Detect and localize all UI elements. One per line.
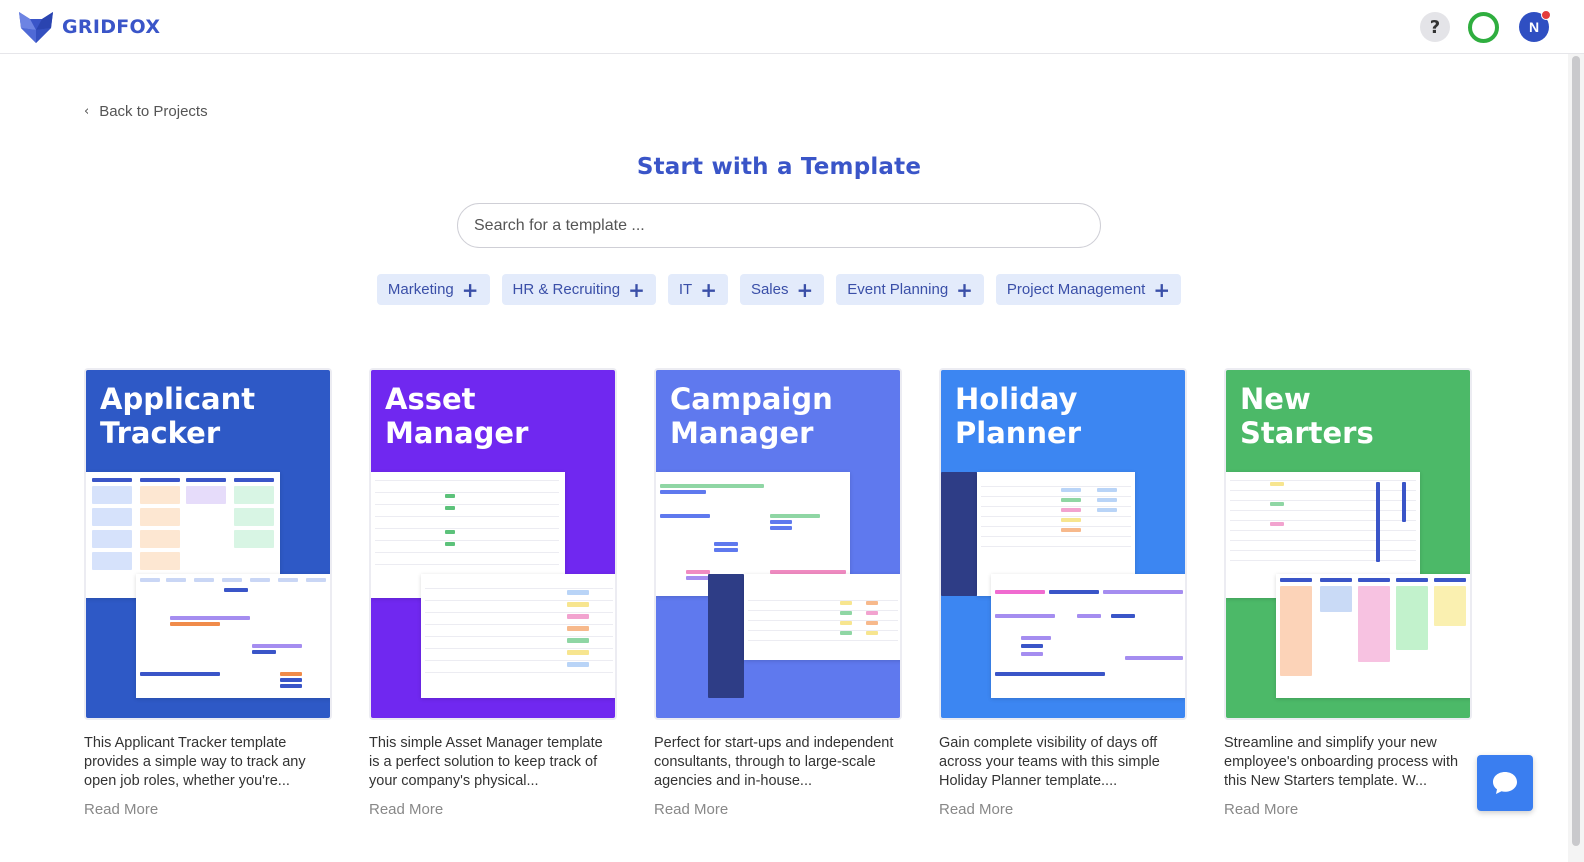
title-line: Holiday — [955, 382, 1078, 416]
preview-gantt — [136, 574, 330, 698]
template-thumbnail-title: Campaign Manager — [670, 382, 833, 450]
filter-chip-hr-recruiting[interactable]: HR & Recruiting + — [501, 274, 656, 305]
template-thumbnail[interactable]: New Starters — [1224, 368, 1472, 720]
chat-button[interactable] — [1477, 755, 1533, 811]
template-thumbnail[interactable]: Campaign Manager — [654, 368, 902, 720]
template-thumbnail[interactable]: Asset Manager — [369, 368, 617, 720]
filter-label: Event Planning — [847, 281, 949, 298]
template-card-new-starters[interactable]: New Starters Streamline and simplify you… — [1224, 368, 1472, 818]
filter-label: Sales — [750, 281, 789, 298]
preview-sidebar — [708, 574, 744, 698]
plus-icon: + — [796, 277, 814, 302]
gridfox-logo[interactable]: GRIDFOX — [18, 10, 160, 44]
template-card-asset-manager[interactable]: Asset Manager This simple Asset Manager … — [369, 368, 617, 818]
filter-chip-marketing[interactable]: Marketing + — [376, 274, 490, 305]
filter-chip-project-management[interactable]: Project Management + — [995, 274, 1182, 305]
filter-label: Marketing — [387, 281, 454, 298]
plus-icon: + — [956, 277, 973, 302]
question-mark-icon: ? — [1429, 16, 1441, 38]
preview-gantt — [991, 574, 1185, 698]
filter-label: IT — [678, 281, 693, 298]
template-description: This Applicant Tracker template provides… — [84, 735, 306, 789]
template-thumbnail-title: Asset Manager — [385, 382, 528, 450]
filter-label: HR & Recruiting — [512, 281, 621, 298]
title-line: Applicant — [100, 382, 256, 416]
template-thumbnail[interactable]: Applicant Tracker — [84, 368, 332, 720]
filter-chip-sales[interactable]: Sales + — [739, 274, 825, 305]
scrollbar-thumb[interactable] — [1572, 56, 1580, 846]
title-line: Starters — [1240, 416, 1374, 450]
title-line: Manager — [670, 416, 814, 450]
page-title: Start with a Template — [636, 154, 922, 180]
plus-icon: + — [628, 277, 645, 302]
title-line: Asset — [385, 382, 476, 416]
read-more-link[interactable]: Read More — [939, 801, 1187, 818]
status-ring-icon[interactable] — [1468, 12, 1499, 43]
fox-logo-icon — [19, 12, 53, 43]
top-bar: GRIDFOX ? N — [0, 0, 1584, 54]
template-description: This simple Asset Manager template is a … — [369, 735, 603, 789]
template-thumbnail[interactable]: Holiday Planner — [939, 368, 1187, 720]
category-filters: Marketing + HR & Recruiting + IT + Sales + E… — [0, 274, 1558, 305]
preview-sidebar — [941, 472, 977, 596]
template-thumbnail-title: New Starters — [1240, 382, 1374, 450]
read-more-link[interactable]: Read More — [84, 801, 332, 818]
preview-list — [421, 574, 615, 698]
template-card-holiday-planner[interactable]: Holiday Planner Gain complete visibility… — [939, 368, 1187, 818]
template-description: Streamline and simplify your new employe… — [1224, 735, 1459, 789]
filter-label: Project Management — [1006, 281, 1146, 298]
preview-table — [744, 574, 900, 660]
title-line: Tracker — [100, 416, 221, 450]
chevron-left-icon: ‹ — [84, 104, 90, 119]
template-thumbnail-title: Holiday Planner — [955, 382, 1081, 450]
template-card-campaign-manager[interactable]: Campaign Manager Perfect for start-ups a… — [654, 368, 902, 818]
plus-icon: + — [1153, 277, 1171, 302]
help-button[interactable]: ? — [1420, 12, 1450, 42]
title-line: Manager — [385, 416, 529, 450]
title-line: Planner — [955, 416, 1082, 450]
read-more-link[interactable]: Read More — [369, 801, 617, 818]
back-link-label: Back to Projects — [99, 103, 208, 120]
plus-icon: + — [700, 277, 717, 302]
template-search-input[interactable] — [457, 203, 1101, 248]
filter-chip-event-planning[interactable]: Event Planning + — [836, 274, 984, 305]
template-card-applicant-tracker[interactable]: Applicant Tracker This Applicant Tracker… — [84, 368, 332, 818]
read-more-link[interactable]: Read More — [654, 801, 902, 818]
template-thumbnail-title: Applicant Tracker — [100, 382, 255, 450]
title-line: New — [1240, 382, 1311, 416]
chat-bubble-icon — [1493, 772, 1517, 794]
notification-dot — [1541, 10, 1551, 20]
template-description: Perfect for start-ups and independent co… — [654, 735, 894, 789]
template-description: Gain complete visibility of days off acr… — [939, 735, 1160, 789]
preview-kanban — [1276, 574, 1470, 698]
read-more-link[interactable]: Read More — [1224, 801, 1472, 818]
brand-name: GRIDFOX — [62, 16, 161, 38]
plus-icon: + — [461, 277, 479, 302]
avatar-initial: N — [1528, 19, 1540, 35]
title-line: Campaign — [670, 382, 833, 416]
filter-chip-it[interactable]: IT + — [667, 274, 728, 305]
back-to-projects-link[interactable]: ‹ Back to Projects — [84, 103, 208, 120]
